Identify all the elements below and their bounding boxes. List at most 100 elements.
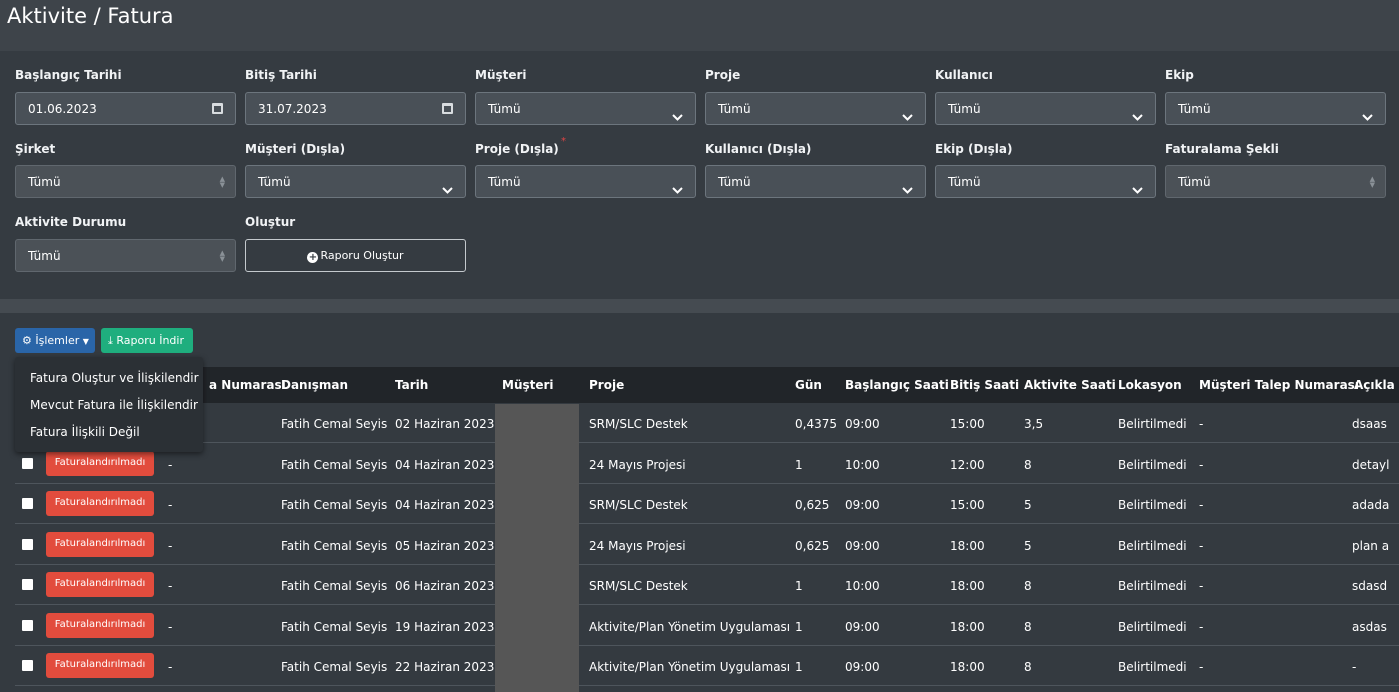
end-cell: 18:00 — [950, 538, 985, 553]
calendar-icon[interactable] — [212, 103, 223, 114]
project-select[interactable]: Tümü — [705, 92, 926, 125]
description-cell: - — [1352, 660, 1357, 674]
download-icon: ⤓ — [108, 334, 113, 347]
end-date-value: 31.07.2023 — [258, 102, 327, 116]
status-badge: Faturalandırılmadı — [46, 572, 154, 597]
section-divider — [0, 299, 1399, 313]
hours-cell: 8 — [1024, 579, 1032, 593]
location-cell: Belirtilmedi — [1118, 417, 1187, 431]
table-row[interactable] — [15, 403, 1399, 443]
download-report-button[interactable]: ⤓ Raporu İndir — [101, 328, 193, 353]
hours-cell: 5 — [1024, 538, 1032, 553]
row-checkbox[interactable] — [22, 538, 33, 550]
request-no-cell: - — [1199, 619, 1204, 634]
table-row[interactable] — [15, 525, 1399, 565]
user-exclude-select[interactable]: Tümü — [705, 165, 926, 198]
team-label: Ekip — [1165, 68, 1194, 82]
row-checkbox[interactable] — [22, 498, 33, 509]
end-cell: 18:00 — [950, 579, 985, 593]
customer-exclude-select[interactable]: Tümü — [245, 165, 466, 198]
consultant-cell: Fatih Cemal Seyis — [281, 579, 388, 593]
create-report-button[interactable]: + Raporu Oluştur — [245, 239, 466, 272]
team-exclude-value: Tümü — [948, 175, 981, 189]
column-header-day[interactable]: Gün — [795, 378, 822, 392]
start-date-input[interactable]: 01.06.2023 — [15, 92, 236, 125]
day-cell: 1 — [795, 457, 803, 472]
user-label: Kullanıcı — [935, 68, 993, 82]
row-checkbox[interactable] — [22, 660, 33, 671]
customer-select[interactable]: Tümü — [475, 92, 696, 125]
chevron-down-icon — [1362, 106, 1373, 125]
location-cell: Belirtilmedi — [1118, 498, 1187, 512]
request-no-cell: - — [1199, 457, 1204, 472]
table-row[interactable] — [15, 444, 1399, 484]
project-exclude-select[interactable]: Tümü — [475, 165, 696, 198]
project-label: Proje — [705, 68, 741, 82]
request-no-cell: - — [1199, 660, 1204, 674]
day-cell: 0,625 — [795, 538, 830, 553]
end-cell: 15:00 — [950, 417, 985, 431]
end-cell: 12:00 — [950, 457, 985, 472]
column-header-customer-request-number[interactable]: Müşteri Talep Numarası — [1199, 378, 1359, 392]
user-select[interactable]: Tümü — [935, 92, 1156, 125]
start-cell: 09:00 — [845, 660, 880, 674]
operations-dropdown-button[interactable]: ⚙ İşlemler ▼ — [15, 328, 95, 353]
row-checkbox[interactable] — [22, 457, 33, 469]
menu-item-no-invoice-relation[interactable]: Fatura İlişkili Değil — [30, 425, 140, 439]
billing-type-value: Tümü — [1178, 175, 1211, 189]
customer-exclude-value: Tümü — [258, 175, 291, 189]
end-date-label: Bitiş Tarihi — [245, 68, 317, 82]
column-header-customer[interactable]: Müşteri — [502, 378, 554, 392]
description-cell: asdas — [1352, 619, 1387, 634]
row-checkbox[interactable] — [22, 619, 33, 631]
gear-icon: ⚙ — [22, 334, 32, 347]
user-value: Tümü — [948, 102, 981, 116]
column-header-activity-hours[interactable]: Aktivite Saati — [1024, 378, 1116, 392]
table-row[interactable] — [15, 484, 1399, 524]
column-header-start-time[interactable]: Başlangıç Saati — [845, 378, 949, 392]
team-exclude-label: Ekip (Dışla) — [935, 142, 1013, 156]
select-arrows-icon: ▲ ▼ — [219, 249, 225, 263]
company-value: Tümü — [28, 175, 61, 189]
column-header-location[interactable]: Lokasyon — [1118, 378, 1182, 392]
column-header-consultant[interactable]: Danışman — [281, 378, 348, 392]
column-header-project[interactable]: Proje — [589, 378, 624, 392]
start-date-value: 01.06.2023 — [28, 102, 97, 116]
invoice-number-cell: - — [168, 457, 173, 472]
column-header-description[interactable]: Açıkla — [1354, 378, 1395, 392]
column-header-request-number[interactable]: a Numarası — [209, 378, 286, 392]
project-value: Tümü — [718, 102, 751, 116]
company-select[interactable]: Tümü ▲ ▼ — [15, 165, 236, 198]
column-header-end-time[interactable]: Bitiş Saati — [950, 378, 1019, 392]
user-exclude-label: Kullanıcı (Dışla) — [705, 142, 812, 156]
invoice-number-cell: - — [168, 660, 173, 674]
invoice-number-cell: - — [168, 579, 173, 593]
consultant-cell: Fatih Cemal Seyis — [281, 619, 388, 634]
chevron-down-icon — [902, 106, 913, 125]
chevron-down-icon — [672, 106, 683, 125]
customer-label: Müşteri — [475, 68, 527, 82]
operations-menu: Fatura Oluştur ve İlişkilendir Mevcut Fa… — [15, 357, 203, 452]
hours-cell: 8 — [1024, 660, 1032, 674]
day-cell: 1 — [795, 579, 803, 593]
row-checkbox[interactable] — [22, 579, 33, 590]
team-select[interactable]: Tümü — [1165, 92, 1386, 125]
end-date-input[interactable]: 31.07.2023 — [245, 92, 466, 125]
menu-item-link-existing-invoice[interactable]: Mevcut Fatura ile İlişkilendir — [30, 398, 198, 412]
activity-status-select[interactable]: Tümü ▲ ▼ — [15, 239, 236, 272]
description-cell: dsaas — [1352, 417, 1387, 431]
column-header-date[interactable]: Tarih — [395, 378, 428, 392]
location-cell: Belirtilmedi — [1118, 538, 1187, 553]
billing-type-select[interactable]: Tümü ▲ ▼ — [1165, 165, 1386, 198]
table-row[interactable] — [15, 565, 1399, 605]
project-exclude-label: Proje (Dışla) — [475, 142, 559, 156]
team-exclude-select[interactable]: Tümü — [935, 165, 1156, 198]
calendar-icon[interactable] — [442, 103, 453, 114]
project-cell: Aktivite/Plan Yönetim Uygulaması — [589, 619, 791, 634]
menu-item-create-and-link-invoice[interactable]: Fatura Oluştur ve İlişkilendir — [30, 371, 199, 385]
chevron-down-icon — [1132, 179, 1143, 198]
hours-cell: 5 — [1024, 498, 1032, 512]
day-cell: 0,4375 — [795, 417, 837, 431]
start-cell: 09:00 — [845, 619, 880, 634]
create-report-label: Raporu Oluştur — [320, 249, 404, 262]
